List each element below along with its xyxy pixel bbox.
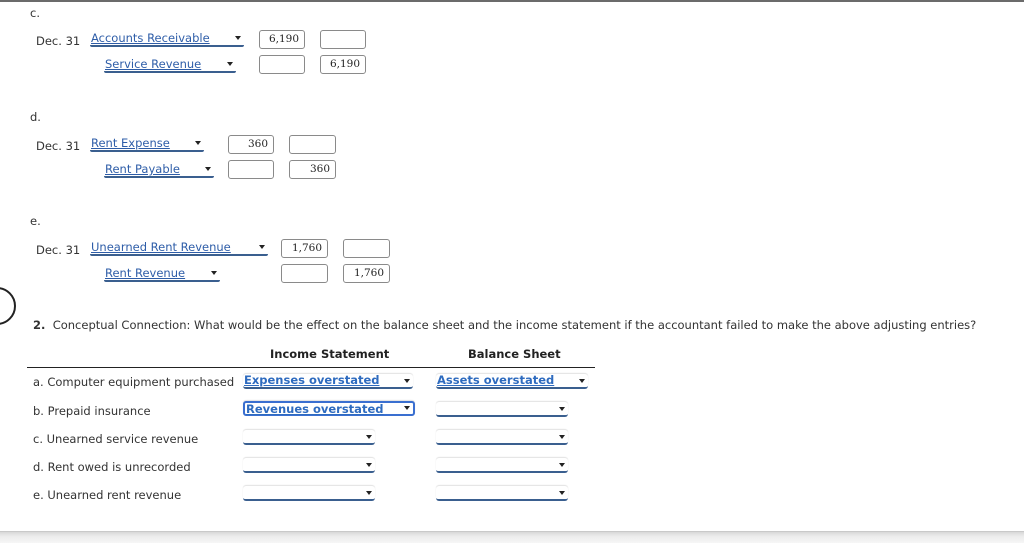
chevron-down-icon (404, 406, 410, 410)
chevron-down-icon (227, 62, 233, 66)
credit-account-select[interactable]: Rent Revenue (104, 266, 220, 282)
row-label: c. Unearned service revenue (33, 432, 199, 446)
chevron-down-icon (579, 379, 585, 383)
selected-value: Accounts Receivable (91, 31, 210, 45)
top-border (0, 0, 1024, 2)
selected-value: Expenses overstated (244, 373, 380, 387)
balance-sheet-select[interactable]: Assets overstated (436, 374, 588, 389)
chevron-down-icon (559, 463, 565, 467)
circle-marker-icon (0, 287, 16, 325)
selected-value: Rent Expense (91, 136, 170, 150)
debit-amount-input[interactable] (228, 160, 274, 179)
entry-letter-c: c. (30, 6, 40, 20)
credit-amount-input[interactable] (320, 30, 366, 49)
credit-amount-input[interactable] (289, 135, 336, 154)
question-2: 2. Conceptual Connection: What would be … (33, 318, 976, 332)
row-label: b. Prepaid insurance (33, 404, 151, 418)
row-label: a. Computer equipment purchased (33, 375, 235, 389)
header-divider (27, 367, 595, 368)
chevron-down-icon (205, 167, 211, 171)
chevron-down-icon (559, 435, 565, 439)
question-text: Conceptual Connection: What would be the… (52, 318, 977, 332)
chevron-down-icon (259, 245, 265, 249)
entry-date: Dec. 31 (36, 34, 81, 48)
selected-value: Rent Revenue (105, 266, 186, 280)
debit-account-select[interactable]: Unearned Rent Revenue (90, 240, 268, 256)
credit-amount-input[interactable] (343, 239, 390, 258)
credit-account-select[interactable]: Rent Payable (104, 162, 214, 178)
entry-date: Dec. 31 (36, 243, 81, 257)
entry-date: Dec. 31 (36, 139, 81, 153)
question-number: 2. (33, 318, 46, 332)
chevron-down-icon (366, 435, 372, 439)
debit-amount-input[interactable]: 6,190 (259, 30, 305, 49)
income-statement-select[interactable]: Expenses overstated (243, 374, 413, 389)
balance-sheet-header: Balance Sheet (468, 347, 561, 361)
debit-amount-input[interactable] (259, 55, 305, 74)
chevron-down-icon (235, 36, 241, 40)
balance-sheet-select[interactable] (436, 458, 568, 473)
credit-amount-input[interactable]: 1,760 (343, 264, 390, 283)
selected-value: Service Revenue (105, 57, 202, 71)
income-statement-header: Income Statement (270, 347, 390, 361)
chevron-down-icon (211, 271, 217, 275)
selected-value: Assets overstated (437, 373, 555, 387)
row-label: d. Rent owed is unrecorded (33, 460, 191, 474)
credit-account-select[interactable]: Service Revenue (104, 57, 236, 73)
credit-amount-input[interactable]: 6,190 (320, 55, 366, 74)
debit-amount-input[interactable]: 1,760 (281, 239, 328, 258)
selected-value: Revenues overstated (246, 402, 384, 416)
debit-account-select[interactable]: Accounts Receivable (90, 31, 244, 47)
entry-letter-d: d. (30, 110, 41, 124)
chevron-down-icon (404, 379, 410, 383)
chevron-down-icon (366, 491, 372, 495)
balance-sheet-select[interactable] (436, 402, 568, 417)
entry-letter-e: e. (30, 214, 41, 228)
debit-amount-input[interactable] (281, 264, 328, 283)
balance-sheet-select[interactable] (436, 486, 568, 501)
chevron-down-icon (559, 407, 565, 411)
chevron-down-icon (366, 463, 372, 467)
row-label: e. Unearned rent revenue (33, 488, 182, 502)
income-statement-select[interactable] (243, 458, 375, 473)
balance-sheet-select[interactable] (436, 430, 568, 445)
credit-amount-input[interactable]: 360 (289, 160, 336, 179)
chevron-down-icon (195, 141, 201, 145)
selected-value: Unearned Rent Revenue (91, 240, 231, 254)
income-statement-select[interactable] (243, 486, 375, 501)
selected-value: Rent Payable (105, 162, 180, 176)
debit-amount-input[interactable]: 360 (228, 135, 274, 154)
bottom-scroll-area (0, 531, 1024, 543)
income-statement-select[interactable]: Revenues overstated (243, 401, 415, 416)
chevron-down-icon (559, 491, 565, 495)
debit-account-select[interactable]: Rent Expense (90, 136, 204, 152)
income-statement-select[interactable] (243, 430, 375, 445)
